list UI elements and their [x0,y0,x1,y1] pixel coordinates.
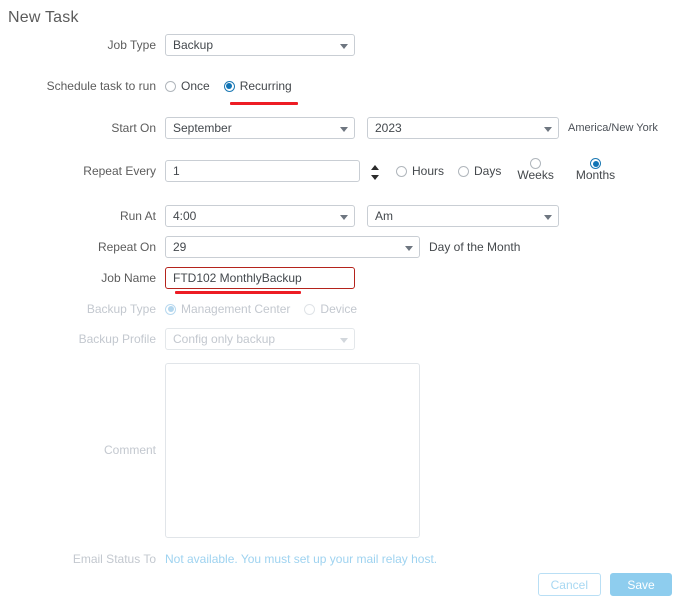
comment-textarea[interactable] [165,363,420,538]
backup-profile-controls: Config only backup [165,328,681,350]
save-button[interactable]: Save [610,573,672,596]
radio-backup-type-device: Device [304,298,357,320]
radio-dot-icon [458,165,470,177]
run-at-meridiem-value: Am [375,209,393,223]
run-at-meridiem-select[interactable]: Am [367,205,559,227]
radio-unit-days[interactable]: Days [458,160,501,182]
job-name-input[interactable]: FTD102 MonthlyBackup [165,267,355,289]
repeat-on-label: Repeat On [97,240,156,254]
radio-schedule-once-label: Once [181,79,210,93]
chevron-down-icon [544,127,552,132]
radio-schedule-recurring[interactable]: Recurring [223,75,292,97]
start-on-controls: September 2023 America/New York [165,117,681,139]
email-status-to-label: Email Status To [72,552,156,566]
repeat-every-controls: 1 Hours Days Weeks Months [165,158,681,186]
radio-unit-weeks-label: Weeks [517,168,554,182]
run-at-controls: 4:00 Am [165,205,681,227]
repeat-on-suffix: Day of the Month [429,240,521,254]
backup-profile-select: Config only backup [165,328,355,350]
radio-backup-type-management-center: Management Center [165,298,290,320]
schedule-label: Schedule task to run [46,79,156,93]
chevron-down-icon [405,246,413,251]
run-at-time-select[interactable]: 4:00 [165,205,355,227]
radio-backup-type-device-label: Device [320,302,358,316]
backup-profile-value: Config only backup [173,332,276,346]
row-comment: Comment [0,363,681,538]
email-status-to-message: Not available. You must set up your mail… [165,552,438,566]
row-repeat-on: Repeat On 29 Day of the Month [0,236,681,258]
email-status-to-controls: Not available. You must set up your mail… [165,548,681,570]
chevron-down-icon [544,215,552,220]
chevron-down-icon [340,127,348,132]
run-at-label: Run At [119,209,156,223]
radio-schedule-recurring-label: Recurring [239,79,292,93]
new-task-form: Job Type Backup Schedule task to run Onc… [0,34,681,570]
row-job-name: Job Name FTD102 MonthlyBackup [0,267,681,289]
start-on-year-select[interactable]: 2023 [367,117,559,139]
repeat-on-value: 29 [173,240,187,254]
comment-label-text: Comment [103,443,156,457]
comment-label: Comment [0,363,165,538]
radio-unit-hours[interactable]: Hours [396,160,444,182]
radio-dot-icon [223,80,235,92]
chevron-down-icon [340,215,348,220]
radio-dot-icon [165,303,176,315]
start-on-label: Start On [111,121,156,135]
caret-up-icon[interactable] [371,164,379,170]
radio-backup-type-management-center-label: Management Center [181,302,291,316]
schedule-radio-group: Once Recurring [165,75,681,97]
start-on-year-value: 2023 [375,121,402,135]
radio-dot-icon [396,165,407,177]
start-on-month-value: September [173,121,232,135]
radio-unit-months[interactable]: Months [576,158,615,181]
job-type-value: Backup [173,38,214,52]
row-schedule-task-to-run: Schedule task to run Once Recurring [0,75,681,97]
row-job-type: Job Type Backup [0,34,681,56]
start-on-month-select[interactable]: September [165,117,355,139]
footer-actions: Cancel Save [529,573,672,596]
repeat-every-input[interactable]: 1 [165,160,360,182]
run-at-time-value: 4:00 [173,209,197,223]
repeat-on-controls: 29 Day of the Month [165,236,681,258]
chevron-down-icon [340,44,348,49]
radio-dot-icon [165,80,176,92]
job-name-label: Job Name [101,271,156,285]
radio-dot-icon [590,158,601,169]
backup-type-label: Backup Type [86,302,156,316]
backup-type-radio-group: Management Center Device [165,298,681,320]
backup-profile-label: Backup Profile [78,332,156,346]
radio-unit-hours-label: Hours [412,164,445,178]
cancel-button[interactable]: Cancel [537,573,601,596]
page-title: New Task [8,9,79,26]
radio-unit-weeks[interactable]: Weeks [517,158,554,182]
job-name-controls: FTD102 MonthlyBackup [165,267,681,289]
row-start-on: Start On September 2023 America/New York [0,117,681,139]
radio-unit-days-label: Days [474,164,502,178]
row-repeat-every: Repeat Every 1 Hours Days Weeks Months [0,158,681,186]
comment-controls [165,363,681,538]
caret-down-icon[interactable] [371,174,379,180]
row-email-status-to: Email Status To Not available. You must … [0,548,681,570]
radio-dot-icon [304,303,316,315]
repeat-every-stepper[interactable] [366,159,384,185]
job-type-controls: Backup [165,34,681,56]
start-on-timezone: America/New York [568,122,658,134]
row-backup-type: Backup Type Management Center Device [0,298,681,320]
radio-schedule-once[interactable]: Once [165,75,210,97]
repeat-on-select[interactable]: 29 [165,236,420,258]
repeat-every-unit-group: Hours Days Weeks Months [396,158,615,183]
annotation-underline-job-name [175,291,301,294]
job-type-select[interactable]: Backup [165,34,355,56]
repeat-every-label: Repeat Every [83,164,156,178]
chevron-down-icon [340,338,348,343]
row-backup-profile: Backup Profile Config only backup [0,328,681,350]
annotation-underline-recurring [230,102,298,105]
row-run-at: Run At 4:00 Am [0,205,681,227]
radio-unit-months-label: Months [575,168,616,182]
job-type-label: Job Type [107,38,156,52]
